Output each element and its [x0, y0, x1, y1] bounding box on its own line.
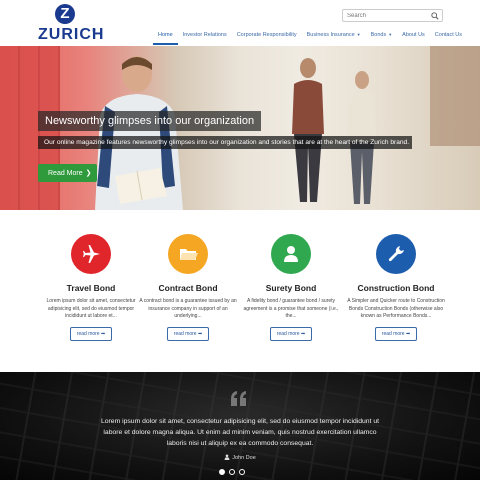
carousel-dot[interactable]: [239, 469, 245, 475]
trademark-symbol: ®: [92, 28, 96, 34]
search-box: [342, 9, 443, 22]
nav-home[interactable]: Home: [153, 29, 178, 45]
nav-bonds[interactable]: Bonds ▼: [366, 29, 398, 45]
author-name: John Doe: [232, 455, 256, 461]
testimonial-section: Lorem ipsum dolor sit amet, consectetur …: [0, 372, 480, 480]
service-description: A contract bond is a guarantee issued by…: [139, 298, 237, 319]
service-icon-circle: [168, 234, 208, 274]
caret-down-icon: ▼: [356, 32, 361, 38]
service-title: Travel Bond: [66, 283, 116, 293]
main-nav: Home Investor Relations Corporate Respon…: [153, 29, 467, 45]
button-label: read more: [76, 330, 100, 337]
button-label: read more: [381, 330, 405, 337]
service-title: Surety Bond: [265, 283, 317, 293]
service-description: Lorem ipsum dolor sit amet, consectetur …: [46, 298, 136, 319]
service-construction-bond: Construction Bond A Simpler and Quicker …: [346, 234, 446, 341]
read-more-button[interactable]: Read More ❯: [38, 164, 97, 182]
nav-label: Home: [158, 32, 173, 38]
service-surety-bond: Surety Bond A fidelity bond / guarantee …: [241, 234, 341, 341]
nav-label: Bonds: [370, 32, 387, 38]
logo-mark: Z: [55, 4, 75, 24]
service-description: A fidelity bond / guarantee bond / suret…: [243, 298, 339, 319]
read-more-link[interactable]: read more ➡: [374, 326, 418, 341]
nav-investor-relations[interactable]: Investor Relations: [178, 29, 232, 45]
nav-about-us[interactable]: About Us: [397, 29, 430, 45]
page: Z ZURICH ® Home Investor Relations Corpo…: [0, 0, 480, 480]
service-contract-bond: Contract Bond A contract bond is a guara…: [138, 234, 238, 341]
caret-down-icon: ▼: [388, 32, 393, 38]
carousel-dot[interactable]: [229, 469, 235, 475]
service-icon-circle: [271, 234, 311, 274]
quote-icon: [231, 391, 246, 406]
search-icon[interactable]: [431, 12, 439, 20]
nav-label: Business Insurance: [306, 32, 355, 38]
search-input[interactable]: [347, 11, 427, 21]
zurich-logo[interactable]: Z ZURICH ®: [38, 4, 103, 44]
services-section: Travel Bond Lorem ipsum dolor sit amet, …: [0, 210, 480, 372]
nav-corporate-responsibility[interactable]: Corporate Responsibility: [232, 29, 302, 45]
testimonial-author: John Doe: [200, 454, 280, 461]
hero-description: Our online magazine features newsworthy …: [38, 136, 412, 149]
hero-background-person: [292, 58, 324, 202]
service-icon-circle: [71, 234, 111, 274]
nav-label: Investor Relations: [182, 32, 227, 38]
user-icon: [224, 454, 230, 460]
nav-business-insurance[interactable]: Business Insurance ▼: [302, 29, 366, 45]
nav-label: Contact Us: [434, 32, 463, 38]
service-title: Construction Bond: [357, 283, 435, 293]
airplane-icon: [83, 245, 100, 263]
nav-label: About Us: [402, 32, 425, 38]
read-more-link[interactable]: read more ➡: [269, 326, 313, 341]
service-description: A Simpler and Quicker route to Construct…: [347, 298, 445, 319]
carousel-dot[interactable]: [219, 469, 225, 475]
hero-title: Newsworthy glimpses into our organizatio…: [38, 111, 262, 131]
service-icon-circle: [376, 234, 416, 274]
service-title: Contract Bond: [158, 283, 218, 293]
service-travel-bond: Travel Bond Lorem ipsum dolor sit amet, …: [41, 234, 141, 341]
button-label: Read More: [48, 170, 83, 177]
button-label: read more: [276, 330, 300, 337]
user-icon: [284, 246, 298, 262]
read-more-link[interactable]: read more ➡: [166, 326, 210, 341]
nav-label: Corporate Responsibility: [236, 32, 297, 38]
wrench-icon: [388, 246, 404, 262]
testimonial-quote: Lorem ipsum dolor sit amet, consectetur …: [100, 418, 380, 447]
folder-icon: [180, 249, 198, 260]
hero-window-image: [430, 46, 480, 146]
nav-contact-us[interactable]: Contact Us: [430, 29, 467, 45]
chevron-right-icon: ❯: [85, 170, 92, 177]
hero-banner: Newsworthy glimpses into our organizatio…: [0, 46, 480, 210]
button-label: read more: [173, 330, 197, 337]
read-more-link[interactable]: read more ➡: [69, 326, 113, 341]
site-header: Z ZURICH ® Home Investor Relations Corpo…: [0, 0, 480, 46]
carousel-indicators: [219, 469, 245, 475]
